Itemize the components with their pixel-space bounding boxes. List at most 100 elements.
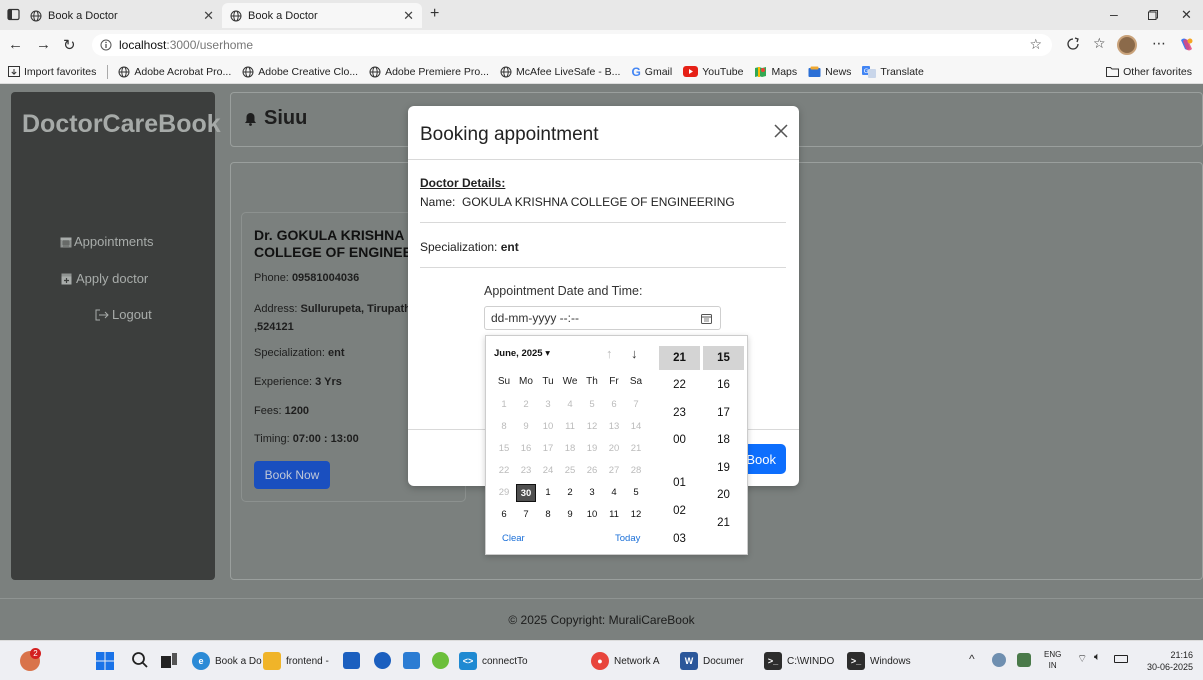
hour-option[interactable]: 00 <box>659 428 700 452</box>
calendar-day[interactable]: 3 <box>582 484 602 502</box>
taskbar-app-word[interactable]: W Documer <box>680 649 744 673</box>
outlook-icon[interactable] <box>403 652 420 669</box>
minute-option[interactable]: 21 <box>703 511 744 535</box>
sidebar-item-apply-doctor[interactable]: Apply doctor <box>61 271 148 286</box>
tab-book-a-doctor-2[interactable]: Book a Doctor ✕ <box>222 3 422 28</box>
favorite-translate[interactable]: G Translate <box>862 65 924 78</box>
task-view-icon[interactable] <box>161 653 177 668</box>
calendar-day[interactable]: 12 <box>626 506 646 524</box>
calendar-day: 19 <box>586 443 598 454</box>
calendar-day[interactable]: 10 <box>582 506 602 524</box>
tab-book-a-doctor-1[interactable]: Book a Doctor ✕ <box>22 3 222 28</box>
sidebar-item-appointments[interactable]: Appointments <box>60 234 154 249</box>
calendar-picker-icon[interactable] <box>701 313 712 324</box>
minute-option[interactable]: 16 <box>703 373 744 397</box>
sidebar-item-logout[interactable]: Logout <box>95 307 152 322</box>
close-window-icon[interactable]: ✕ <box>1181 7 1192 23</box>
minute-option[interactable]: 20 <box>703 483 744 507</box>
volume-icon[interactable]: 🔈︎ <box>1094 651 1101 664</box>
calendar-day: 25 <box>564 465 576 476</box>
taskbar-app-windows-terminal[interactable]: >_ Windows <box>847 649 911 673</box>
calendar-day[interactable]: 1 <box>538 484 558 502</box>
more-options-icon[interactable]: ⋯ <box>1152 35 1166 52</box>
appointment-datetime-input[interactable]: dd-mm-yyyy --:-- <box>484 306 721 330</box>
hour-option[interactable]: 02 <box>659 499 700 523</box>
close-icon[interactable] <box>774 124 788 138</box>
back-icon[interactable]: ← <box>8 36 23 53</box>
modal-title: Booking appointment <box>420 124 599 145</box>
start-icon[interactable] <box>96 652 114 670</box>
extensions-icon[interactable] <box>1066 37 1080 51</box>
tray-app-icon[interactable] <box>1017 653 1031 667</box>
tray-app-icon[interactable] <box>992 653 1006 667</box>
gamebar-icon[interactable] <box>432 652 449 669</box>
chevron-up-icon[interactable]: ^ <box>969 652 975 666</box>
minute-option[interactable]: 18 <box>703 428 744 452</box>
hour-option[interactable]: 01 <box>659 471 700 495</box>
language-indicator[interactable]: ENG IN <box>1044 649 1061 671</box>
taskbar-app-cmd[interactable]: >_ C:\WINDO <box>764 649 834 673</box>
chat-icon[interactable] <box>374 652 391 669</box>
hour-option[interactable]: 03 <box>659 527 700 551</box>
favorite-maps[interactable]: Maps <box>754 66 797 78</box>
calendar-day[interactable]: 6 <box>494 506 514 524</box>
wifi-icon[interactable]: ⌔ <box>1077 652 1087 666</box>
favorite-youtube[interactable]: YouTube <box>683 66 743 78</box>
favorite-label: News <box>825 65 852 78</box>
calendar-day[interactable]: 4 <box>604 484 624 502</box>
hour-option[interactable]: 23 <box>659 401 700 425</box>
calendar-day[interactable]: 2 <box>560 484 580 502</box>
favorite-adobe-acrobat[interactable]: Adobe Acrobat Pro... <box>118 66 231 78</box>
favorite-gmail[interactable]: G Gmail <box>631 65 672 79</box>
profile-avatar[interactable] <box>1117 35 1137 55</box>
taskbar-app-chrome[interactable]: ● Network A <box>591 649 660 673</box>
battery-icon[interactable] <box>1114 655 1128 663</box>
calendar-day[interactable]: 8 <box>538 506 558 524</box>
minute-option[interactable]: 17 <box>703 401 744 425</box>
forward-icon[interactable]: → <box>36 36 51 53</box>
taskbar-app-label: connectTo <box>482 655 528 667</box>
calendar-day[interactable]: 9 <box>560 506 580 524</box>
clock[interactable]: 21:16 30-06-2025 <box>1141 649 1193 673</box>
close-tab-icon[interactable]: ✕ <box>403 8 414 24</box>
calendar-day[interactable]: 30 <box>516 484 536 502</box>
bell-icon[interactable] <box>245 112 256 126</box>
month-year-selector[interactable]: June, 2025 ▾ <box>494 348 550 359</box>
url-input[interactable]: localhost:3000/userhome ☆ <box>92 34 1052 56</box>
next-month-icon[interactable]: ↓ <box>631 346 638 361</box>
favorite-import[interactable]: Import favorites <box>8 66 96 78</box>
clear-button[interactable]: Clear <box>502 533 525 544</box>
calendar-day[interactable]: 7 <box>516 506 536 524</box>
calendar-day: 8 <box>501 421 507 432</box>
hour-option[interactable]: 21 <box>659 346 700 370</box>
restore-icon[interactable] <box>1148 10 1158 20</box>
search-icon[interactable] <box>131 651 149 669</box>
refresh-icon[interactable]: ↻ <box>63 36 76 54</box>
copilot-icon[interactable] <box>1178 36 1195 53</box>
hour-option[interactable]: 22 <box>659 373 700 397</box>
close-tab-icon[interactable]: ✕ <box>203 8 214 24</box>
header-title: Siuu <box>245 107 307 130</box>
today-button[interactable]: Today <box>615 533 640 544</box>
other-favorites[interactable]: Other favorites <box>1106 66 1192 78</box>
minimize-icon[interactable]: – <box>1110 6 1118 22</box>
favorite-adobe-premiere[interactable]: Adobe Premiere Pro... <box>369 66 489 78</box>
calendar-day[interactable]: 5 <box>626 484 646 502</box>
favorite-mcafee[interactable]: McAfee LiveSafe - B... <box>500 66 620 78</box>
calendar-icon <box>60 236 72 248</box>
tab-actions-icon[interactable] <box>7 8 20 21</box>
favorites-icon[interactable]: ☆ <box>1093 35 1106 52</box>
minute-option[interactable]: 19 <box>703 456 744 480</box>
book-now-button[interactable]: Book Now <box>254 461 330 489</box>
minute-option[interactable]: 15 <box>703 346 744 370</box>
calendar-day[interactable]: 11 <box>604 506 624 524</box>
favorite-adobe-creative[interactable]: Adobe Creative Clo... <box>242 66 358 78</box>
taskbar-app-frontend[interactable]: frontend - <box>263 649 329 673</box>
taskbar-app-book-a-doctor[interactable]: e Book a Do <box>192 649 262 673</box>
previous-month-icon[interactable]: ↑ <box>606 346 613 361</box>
new-tab-icon[interactable]: + <box>430 5 439 23</box>
taskbar-app-vscode[interactable]: <> connectTo <box>459 649 528 673</box>
store-icon[interactable] <box>343 652 360 669</box>
favorite-star-icon[interactable]: ☆ <box>1029 36 1042 53</box>
favorite-news[interactable]: News <box>808 66 851 78</box>
